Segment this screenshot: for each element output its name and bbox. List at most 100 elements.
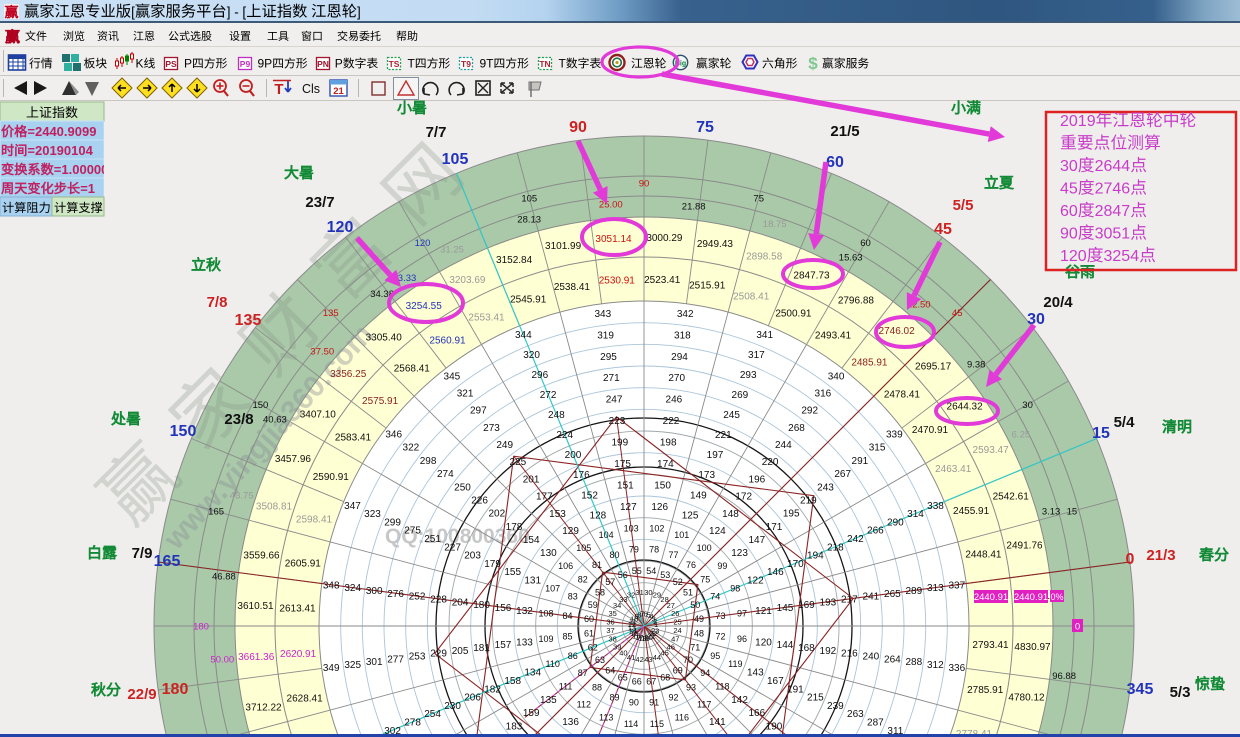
svg-text:45: 45	[1060, 181, 1078, 198]
svg-text:130: 130	[540, 548, 557, 559]
svg-text:314: 314	[907, 509, 924, 520]
svg-text:268: 268	[788, 423, 805, 434]
svg-text:31: 31	[635, 588, 643, 597]
svg-text:345: 345	[1127, 681, 1154, 698]
svg-text:133: 133	[516, 637, 533, 648]
svg-text:2470.91: 2470.91	[912, 425, 949, 436]
svg-text:105: 105	[442, 151, 469, 168]
svg-text:5/3: 5/3	[1170, 684, 1191, 701]
svg-text:45: 45	[952, 308, 963, 319]
svg-text:142: 142	[731, 695, 748, 706]
svg-text:P: P	[184, 57, 192, 71]
svg-text:7/8: 7/8	[207, 294, 228, 311]
svg-text:83: 83	[568, 592, 578, 602]
svg-text:289: 289	[905, 586, 922, 597]
svg-text:75: 75	[696, 119, 714, 136]
svg-text:296: 296	[531, 370, 548, 381]
svg-text:2613.41: 2613.41	[279, 603, 316, 614]
svg-text:46.88: 46.88	[212, 572, 236, 583]
svg-text:[: [	[131, 5, 135, 20]
svg-text:2847.73: 2847.73	[793, 271, 830, 282]
svg-text:30: 30	[1022, 400, 1033, 411]
svg-text:29: 29	[653, 590, 661, 599]
svg-text:315: 315	[869, 443, 886, 454]
svg-text:54: 54	[646, 566, 656, 576]
svg-text:243: 243	[817, 482, 834, 493]
svg-text:P: P	[335, 57, 343, 71]
svg-text:313: 313	[927, 583, 944, 594]
svg-text:340: 340	[828, 371, 845, 382]
svg-text:249: 249	[496, 440, 513, 451]
svg-text:253: 253	[409, 652, 426, 663]
svg-text:320: 320	[523, 350, 540, 361]
svg-text:175: 175	[614, 459, 631, 470]
svg-text:118: 118	[715, 681, 729, 691]
svg-text:3203.69: 3203.69	[449, 275, 486, 286]
svg-text:3457.96: 3457.96	[275, 454, 312, 465]
svg-text:158: 158	[504, 676, 521, 687]
svg-text:71: 71	[690, 643, 700, 653]
svg-text:115: 115	[650, 719, 664, 729]
svg-text:151: 151	[617, 481, 634, 492]
svg-text:3254: 3254	[1104, 248, 1140, 265]
svg-text:25: 25	[673, 617, 681, 626]
svg-text:116: 116	[675, 713, 689, 723]
svg-text:287: 287	[867, 718, 884, 729]
svg-text:3559.66: 3559.66	[243, 551, 280, 562]
svg-text:220: 220	[762, 457, 779, 468]
svg-text:2515.91: 2515.91	[689, 280, 726, 291]
svg-text:294: 294	[671, 352, 688, 363]
svg-text:62: 62	[588, 643, 598, 653]
svg-text:2620.91: 2620.91	[280, 649, 317, 660]
svg-text:2590.91: 2590.91	[313, 472, 350, 483]
svg-text:2583.41: 2583.41	[335, 433, 372, 444]
svg-text:64: 64	[605, 665, 615, 675]
svg-text:159: 159	[523, 708, 540, 719]
svg-text:319: 319	[597, 330, 614, 341]
svg-text:2553.41: 2553.41	[468, 312, 505, 323]
svg-text:2493.41: 2493.41	[815, 331, 852, 342]
svg-text:190: 190	[766, 721, 783, 732]
svg-text:180: 180	[162, 681, 189, 698]
svg-text:217: 217	[841, 595, 858, 606]
svg-text:174: 174	[657, 459, 674, 470]
svg-text:47: 47	[671, 635, 679, 644]
svg-text:204: 204	[452, 597, 469, 608]
svg-text:53: 53	[660, 570, 670, 580]
svg-text:37.50: 37.50	[310, 347, 334, 358]
svg-text:2598.41: 2598.41	[296, 514, 333, 525]
svg-text:65: 65	[618, 673, 628, 683]
svg-text:52: 52	[673, 577, 683, 587]
svg-text:127: 127	[620, 502, 637, 513]
svg-text:263: 263	[847, 709, 864, 720]
svg-text:316: 316	[815, 389, 832, 400]
svg-text:]: ]	[357, 5, 361, 20]
svg-text:225: 225	[510, 457, 527, 468]
svg-text:5/5: 5/5	[953, 197, 974, 214]
svg-text:202: 202	[488, 509, 505, 520]
svg-text:199: 199	[611, 438, 628, 449]
svg-text:178: 178	[506, 522, 523, 533]
svg-text:295: 295	[600, 352, 617, 363]
svg-text:18.75: 18.75	[763, 219, 787, 230]
svg-text:T: T	[274, 81, 283, 98]
svg-text:96.88: 96.88	[1052, 671, 1076, 682]
svg-text:2605.91: 2605.91	[285, 558, 322, 569]
svg-text:273: 273	[483, 423, 500, 434]
svg-text:344: 344	[515, 330, 532, 341]
svg-text:43.75: 43.75	[230, 491, 254, 502]
svg-text:104: 104	[599, 530, 614, 540]
svg-text:341: 341	[756, 330, 773, 341]
svg-text:215: 215	[807, 693, 824, 704]
svg-text:87: 87	[578, 668, 588, 678]
svg-text:301: 301	[366, 657, 383, 668]
svg-text:2898.58: 2898.58	[746, 252, 783, 263]
svg-text:9P: 9P	[258, 57, 273, 71]
svg-text:2796.88: 2796.88	[838, 295, 875, 306]
svg-text:345: 345	[444, 371, 461, 382]
svg-text:180: 180	[473, 600, 490, 611]
svg-text:5/4: 5/4	[1114, 414, 1136, 431]
svg-text:K: K	[136, 57, 144, 71]
svg-text:110: 110	[546, 659, 560, 669]
svg-text:21.88: 21.88	[682, 201, 706, 212]
